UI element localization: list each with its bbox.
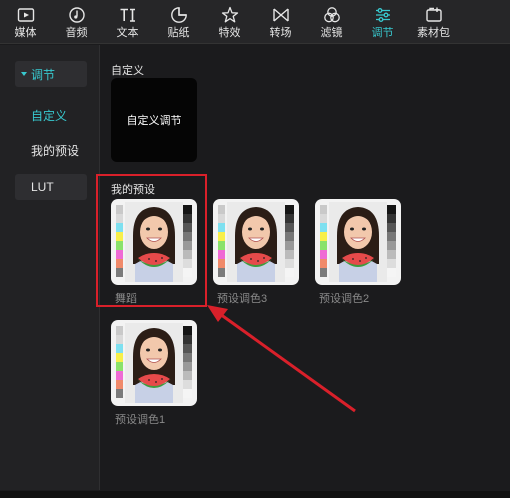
tab-effects[interactable]: 特效 xyxy=(204,0,255,44)
audio-icon xyxy=(66,5,88,25)
tab-label: 滤镜 xyxy=(320,27,343,39)
effects-icon xyxy=(219,5,241,25)
transition-icon xyxy=(270,5,292,25)
caret-down-icon xyxy=(21,72,27,76)
tab-label: 文本 xyxy=(116,27,139,39)
sidebar: 调节 自定义 我的预设 LUT xyxy=(0,45,100,490)
tab-label: 特效 xyxy=(218,27,241,39)
sticker-icon xyxy=(168,5,190,25)
material-pack-icon xyxy=(423,5,445,25)
preset-name: 预设调色1 xyxy=(115,414,166,426)
adjust-icon xyxy=(372,5,394,25)
tab-text[interactable]: 文本 xyxy=(102,0,153,44)
sidebar-item-custom[interactable]: 自定义 xyxy=(31,107,67,124)
tab-transition[interactable]: 转场 xyxy=(255,0,306,44)
preset-name: 预设调色2 xyxy=(319,293,370,305)
tab-label: 音频 xyxy=(65,27,88,39)
custom-adjust-card[interactable]: 自定义调节 xyxy=(111,78,197,162)
tab-bar: 媒体 音频 文本 贴纸 特效 转场 滤镜 调节 素材包 xyxy=(0,0,510,44)
custom-adjust-label: 自定义调节 xyxy=(126,115,182,127)
tab-media[interactable]: 媒体 xyxy=(0,0,51,44)
tab-material-pack[interactable]: 素材包 xyxy=(408,0,459,44)
preset-thumbnail xyxy=(213,199,299,285)
text-icon xyxy=(117,5,139,25)
tab-filter[interactable]: 滤镜 xyxy=(306,0,357,44)
tab-label: 贴纸 xyxy=(167,27,190,39)
bottom-edge xyxy=(0,491,510,498)
annotation-highlight-box xyxy=(96,174,207,307)
preset-card[interactable]: 预设调色2 xyxy=(315,199,401,306)
preset-name: 预设调色3 xyxy=(217,293,268,305)
tab-label: 素材包 xyxy=(417,27,450,39)
sidebar-category-adjust[interactable]: 调节 xyxy=(15,61,87,87)
tab-adjust[interactable]: 调节 xyxy=(357,0,408,44)
preset-card[interactable]: 预设调色1 xyxy=(111,320,197,427)
filter-icon xyxy=(321,5,343,25)
custom-section-title: 自定义 xyxy=(111,65,144,77)
preset-card[interactable]: 预设调色3 xyxy=(213,199,299,306)
sidebar-item-lut[interactable]: LUT xyxy=(15,174,87,200)
preset-thumbnail xyxy=(111,320,197,406)
tab-label: 媒体 xyxy=(14,27,37,39)
sidebar-category-label: 调节 xyxy=(31,67,56,82)
sidebar-item-my-presets[interactable]: 我的预设 xyxy=(31,142,79,159)
tab-sticker[interactable]: 贴纸 xyxy=(153,0,204,44)
tab-label: 转场 xyxy=(269,27,292,39)
tab-label: 调节 xyxy=(371,27,394,39)
preset-thumbnail xyxy=(315,199,401,285)
media-icon xyxy=(15,5,37,25)
tab-audio[interactable]: 音频 xyxy=(51,0,102,44)
